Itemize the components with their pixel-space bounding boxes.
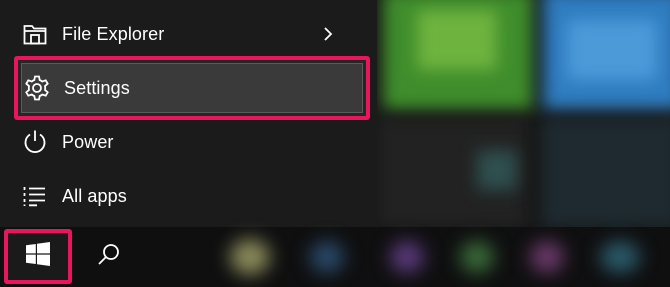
power-icon [22,129,48,155]
taskbar-app-blob[interactable] [390,241,424,273]
taskbar-app-blob[interactable] [230,239,270,275]
gear-icon [24,75,50,101]
menu-item-power[interactable]: Power [14,116,370,168]
menu-item-all-apps[interactable]: All apps [14,170,370,222]
start-button[interactable] [4,229,72,284]
tile-blue-light [567,20,657,80]
desktop-screen: File Explorer Settings Power All apps [0,0,670,287]
chevron-right-icon[interactable] [318,23,338,45]
taskbar-app-blob[interactable] [310,241,344,273]
taskbar-app-blob[interactable] [460,241,494,273]
menu-item-label: Power [62,131,114,152]
menu-item-settings[interactable]: Settings [14,56,370,120]
menu-item-label: All apps [62,185,127,206]
folder-icon [22,21,48,47]
menu-item-file-explorer[interactable]: File Explorer [14,8,370,60]
taskbar-app-blob[interactable] [530,241,564,273]
list-icon [22,183,48,209]
live-tiles-area [377,0,670,227]
taskbar-app-blob[interactable] [600,241,640,273]
tile-green-highlight [417,10,497,70]
menu-item-label: Settings [64,77,130,98]
menu-item-label: File Explorer [62,23,165,44]
windows-logo-icon [26,242,50,271]
search-button[interactable] [78,229,140,284]
search-icon [97,242,121,271]
tile-dark-2[interactable] [541,118,670,227]
tile-accent [477,150,517,190]
start-menu: File Explorer Settings Power All apps [0,0,377,227]
